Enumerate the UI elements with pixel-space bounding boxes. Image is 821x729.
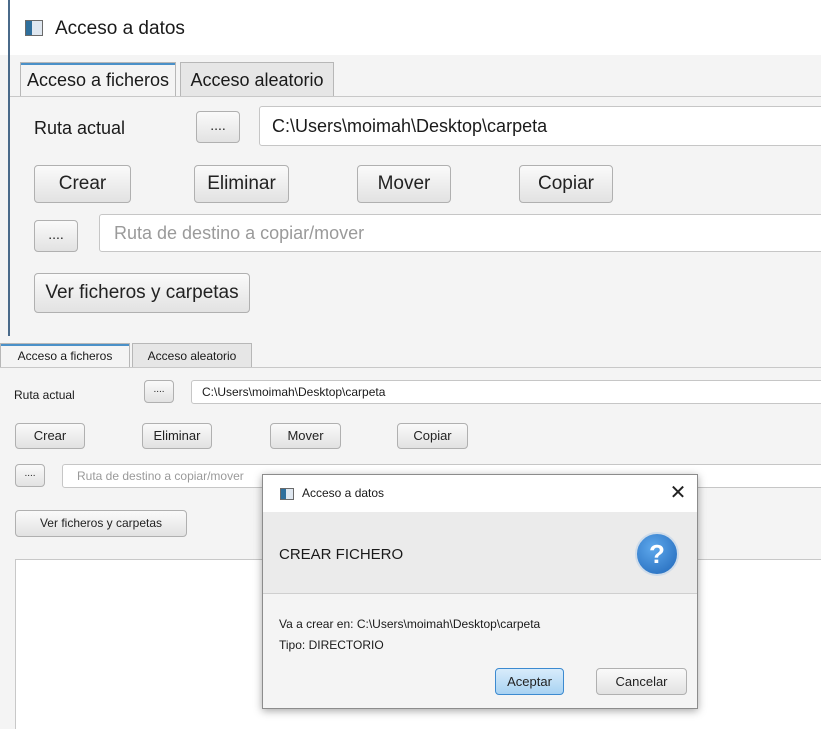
ruta-actual-label: Ruta actual (14, 388, 75, 402)
tab-divider (0, 367, 821, 368)
dialog-header: CREAR FICHERO ? (263, 512, 697, 594)
app-window-icon (280, 488, 294, 500)
cancelar-button[interactable]: Cancelar (596, 668, 687, 695)
tab-acceso-ficheros[interactable]: Acceso a ficheros (20, 62, 176, 97)
ruta-destino-input[interactable]: Ruta de destino a copiar/mover (99, 214, 821, 252)
confirm-dialog: Acceso a datos ✕ CREAR FICHERO ? Va a cr… (262, 474, 698, 709)
tab-acceso-aleatorio[interactable]: Acceso aleatorio (180, 62, 334, 97)
tab-acceso-aleatorio[interactable]: Acceso aleatorio (132, 343, 252, 368)
eliminar-button[interactable]: Eliminar (194, 165, 289, 203)
tab-divider (10, 96, 821, 97)
app-window-icon (25, 20, 43, 36)
dialog-message-path: Va a crear en: C:\Users\moimah\Desktop\c… (279, 617, 541, 631)
eliminar-button[interactable]: Eliminar (142, 423, 212, 449)
ver-ficheros-button[interactable]: Ver ficheros y carpetas (34, 273, 250, 313)
copiar-button[interactable]: Copiar (519, 165, 613, 203)
ver-ficheros-button[interactable]: Ver ficheros y carpetas (15, 510, 187, 537)
browse-ruta-button[interactable]: .... (196, 111, 240, 143)
window-title: Acceso a datos (55, 18, 185, 39)
copiar-button[interactable]: Copiar (397, 423, 468, 449)
mover-button[interactable]: Mover (357, 165, 451, 203)
browse-destino-button[interactable]: .... (34, 220, 78, 252)
tab-acceso-ficheros[interactable]: Acceso a ficheros (0, 343, 130, 368)
dialog-title: Acceso a datos (302, 486, 385, 500)
dialog-message-type: Tipo: DIRECTORIO (279, 638, 384, 652)
crear-button[interactable]: Crear (34, 165, 131, 203)
ruta-actual-input[interactable]: C:\Users\moimah\Desktop\carpeta (191, 380, 821, 404)
aceptar-button[interactable]: Aceptar (495, 668, 564, 695)
browse-destino-button[interactable]: .... (15, 464, 45, 487)
dialog-heading: CREAR FICHERO (279, 546, 404, 563)
close-icon[interactable]: ✕ (665, 479, 691, 507)
ruta-actual-label: Ruta actual (34, 118, 126, 138)
question-icon: ? (635, 532, 679, 576)
ruta-actual-input[interactable]: C:\Users\moimah\Desktop\carpeta (259, 106, 821, 146)
browse-ruta-button[interactable]: .... (144, 380, 174, 403)
crear-button[interactable]: Crear (15, 423, 85, 449)
mover-button[interactable]: Mover (270, 423, 341, 449)
app-window-zoomed: Acceso a datos Acceso a ficheros Acceso … (0, 0, 821, 336)
window-edge (8, 0, 10, 336)
